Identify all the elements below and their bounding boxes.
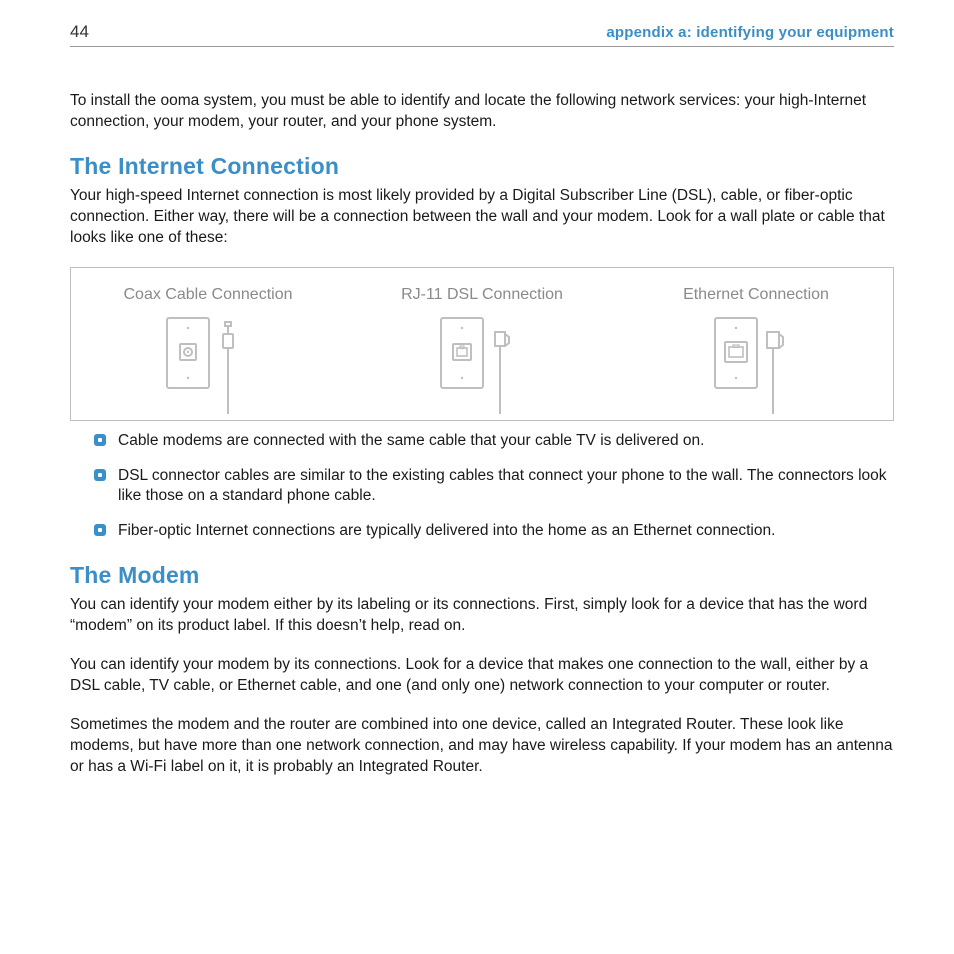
- list-item: Fiber-optic Internet connections are typ…: [94, 521, 894, 542]
- running-header: 44 appendix a: identifying your equipmen…: [70, 22, 894, 47]
- connection-rj11-label: RJ-11 DSL Connection: [345, 286, 619, 304]
- connection-rj11: RJ-11 DSL Connection: [345, 286, 619, 419]
- list-item: DSL connector cables are similar to the …: [94, 466, 894, 508]
- rj11-wallplate-icon: [437, 314, 527, 419]
- list-item: Cable modems are connected with the same…: [94, 431, 894, 452]
- connection-ethernet-label: Ethernet Connection: [619, 286, 893, 304]
- section1-paragraph: Your high-speed Internet connection is m…: [70, 186, 894, 249]
- section2-p1: You can identify your modem either by it…: [70, 595, 894, 637]
- section2-p2: You can identify your modem by its conne…: [70, 655, 894, 697]
- intro-paragraph: To install the ooma system, you must be …: [70, 91, 894, 133]
- section2-p3: Sometimes the modem and the router are c…: [70, 715, 894, 778]
- document-page: 44 appendix a: identifying your equipmen…: [0, 0, 954, 836]
- ethernet-wallplate-icon: [711, 314, 801, 419]
- coax-wallplate-icon: [163, 314, 253, 419]
- connection-coax-label: Coax Cable Connection: [71, 286, 345, 304]
- connection-ethernet: Ethernet Connection: [619, 286, 893, 419]
- header-section-title: appendix a: identifying your equipment: [606, 24, 894, 41]
- connection-diagram-box: Coax Cable Connection RJ-11 DSL Connecti…: [70, 267, 894, 421]
- connection-coax: Coax Cable Connection: [71, 286, 345, 419]
- section-heading-modem: The Modem: [70, 562, 894, 589]
- section1-bullet-list: Cable modems are connected with the same…: [70, 431, 894, 543]
- page-number: 44: [70, 22, 89, 42]
- section-heading-internet: The Internet Connection: [70, 153, 894, 180]
